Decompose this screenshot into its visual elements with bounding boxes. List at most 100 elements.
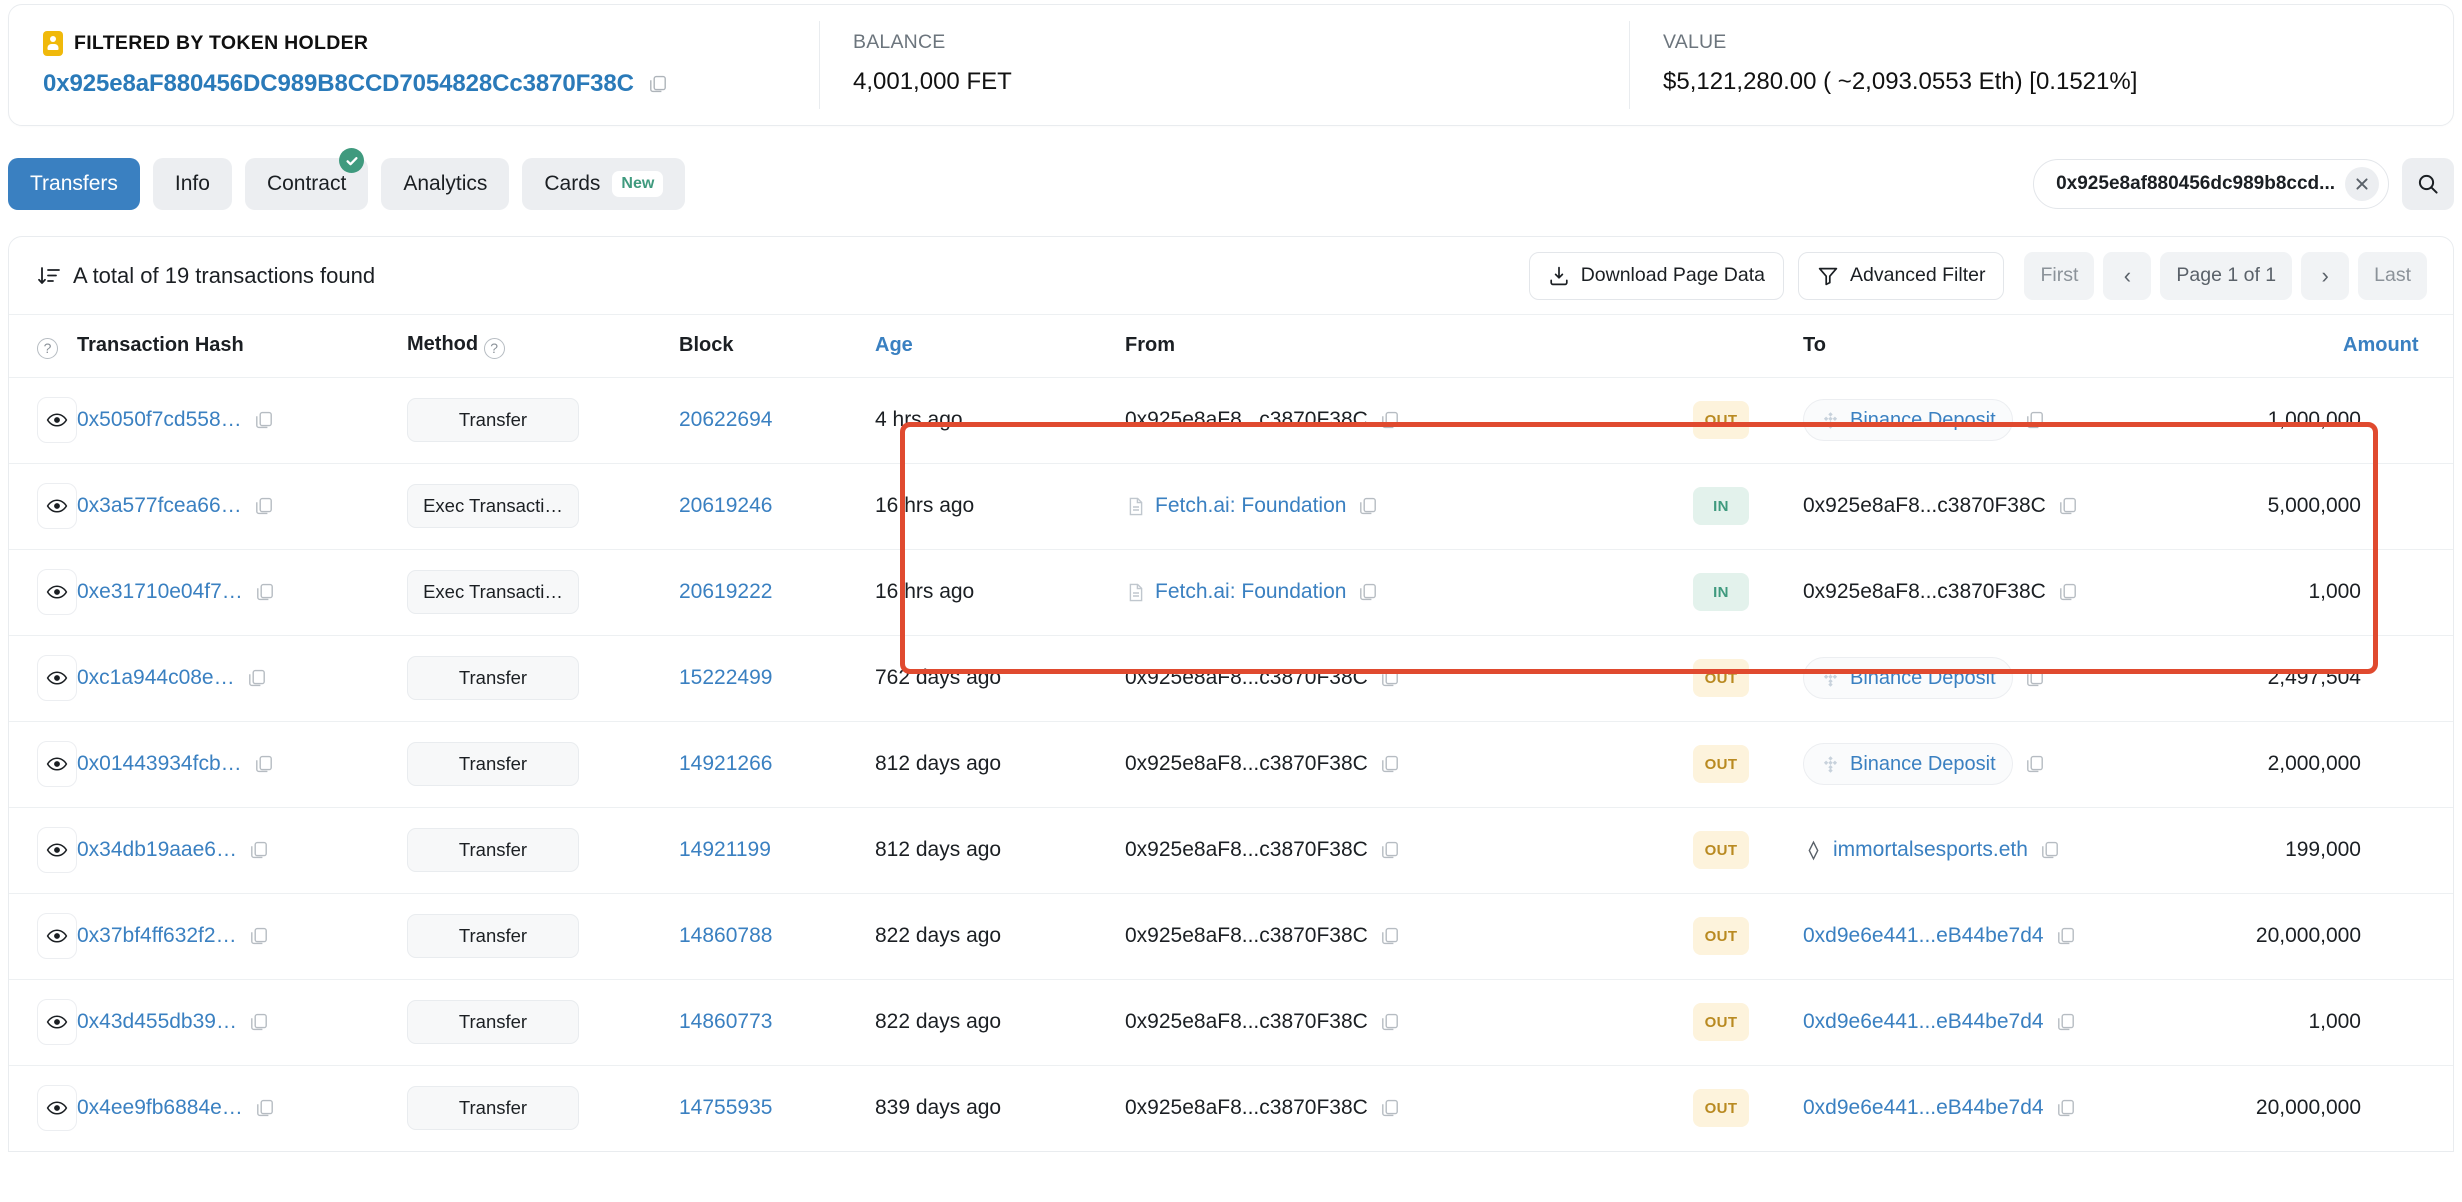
- block-number-link[interactable]: 20622694: [679, 408, 772, 432]
- to-binance-deposit-link[interactable]: Binance Deposit: [1803, 743, 2013, 785]
- copy-icon[interactable]: [2040, 840, 2060, 860]
- copy-icon[interactable]: [2056, 926, 2076, 946]
- transaction-hash-link[interactable]: 0x5050f7cd558…: [77, 408, 242, 432]
- cell-method: Transfer: [407, 893, 679, 980]
- help-circle-icon[interactable]: ?: [483, 337, 505, 359]
- block-number-link[interactable]: 20619246: [679, 494, 772, 518]
- copy-icon[interactable]: [249, 1012, 269, 1032]
- tab-contract-label: Contract: [266, 172, 347, 195]
- block-number-link[interactable]: 14860788: [679, 924, 772, 948]
- copy-icon[interactable]: [2025, 668, 2045, 688]
- cell-preview: [9, 1065, 77, 1151]
- preview-button[interactable]: [37, 827, 77, 873]
- copy-icon[interactable]: [2056, 1012, 2076, 1032]
- cell-from: 0x925e8aF8...c3870F38C: [1125, 979, 1693, 1066]
- help-circle-icon[interactable]: ?: [37, 337, 58, 359]
- copy-icon[interactable]: [1380, 1098, 1400, 1118]
- cell-age: 812 days ago: [875, 721, 1125, 808]
- search-button[interactable]: [2402, 158, 2454, 210]
- cell-preview: [9, 377, 77, 464]
- tab-info[interactable]: Info: [152, 158, 232, 210]
- advanced-filter-button[interactable]: Advanced Filter: [1798, 251, 2005, 300]
- transaction-hash-link[interactable]: 0x34db19aae6…: [77, 838, 237, 862]
- copy-icon[interactable]: [247, 668, 267, 688]
- method-badge: Transfer: [407, 914, 579, 958]
- copy-icon[interactable]: [1358, 582, 1378, 602]
- pagination-next-button[interactable]: ›: [2301, 251, 2350, 300]
- preview-button[interactable]: [37, 913, 77, 959]
- block-number-link[interactable]: 14860773: [679, 1010, 772, 1034]
- block-number-link[interactable]: 14921199: [679, 838, 771, 862]
- copy-icon[interactable]: [2056, 1098, 2076, 1118]
- header-amount[interactable]: Amount: [2343, 315, 2453, 378]
- transaction-hash-link[interactable]: 0x01443934fcb…: [77, 752, 242, 776]
- transaction-hash-link[interactable]: 0x4ee9fb6884e…: [77, 1096, 243, 1120]
- search-filter-chip[interactable]: 0x925e8af880456dc989b8ccd...: [2033, 159, 2389, 209]
- copy-icon[interactable]: [1380, 840, 1400, 860]
- to-label: 0xd9e6e441...eB44be7d4: [1803, 1096, 2044, 1120]
- to-binance-deposit-link[interactable]: Binance Deposit: [1803, 399, 2013, 441]
- tab-analytics[interactable]: Analytics: [381, 158, 510, 210]
- pagination-prev-button[interactable]: ‹: [2103, 251, 2152, 300]
- cell-direction: IN: [1693, 549, 1803, 636]
- copy-icon[interactable]: [1380, 668, 1400, 688]
- close-icon[interactable]: [2345, 167, 2379, 201]
- filter-address-link[interactable]: 0x925e8aF880456DC989B8CCD7054828Cc3870F3…: [43, 70, 634, 98]
- copy-icon[interactable]: [1380, 1012, 1400, 1032]
- pagination-first-button[interactable]: First: [2024, 251, 2095, 300]
- direction-badge: IN: [1693, 573, 1749, 611]
- tab-cards-label: Cards: [544, 172, 601, 195]
- copy-icon[interactable]: [254, 496, 274, 516]
- copy-icon[interactable]: [254, 410, 274, 430]
- transaction-hash-link[interactable]: 0xc1a944c08e…: [77, 666, 235, 690]
- block-number-link[interactable]: 14755935: [679, 1096, 772, 1120]
- transaction-hash-link[interactable]: 0xe31710e04f7…: [77, 580, 243, 604]
- to-ens-link[interactable]: immortalsesports.eth: [1803, 838, 2028, 862]
- copy-icon[interactable]: [1380, 754, 1400, 774]
- ens-diamond-icon: [1803, 840, 1824, 861]
- copy-icon[interactable]: [1380, 410, 1400, 430]
- copy-icon[interactable]: [2058, 496, 2078, 516]
- pagination-last-button[interactable]: Last: [2358, 251, 2427, 300]
- tab-cards[interactable]: Cards New: [522, 158, 686, 210]
- copy-icon[interactable]: [254, 754, 274, 774]
- copy-icon[interactable]: [2058, 582, 2078, 602]
- copy-icon[interactable]: [1380, 926, 1400, 946]
- transaction-hash-link[interactable]: 0x43d455db39…: [77, 1010, 237, 1034]
- copy-icon[interactable]: [648, 74, 668, 94]
- transaction-hash-link[interactable]: 0x37bf4ff632f2…: [77, 924, 237, 948]
- tab-contract[interactable]: Contract: [244, 148, 369, 210]
- to-address-link[interactable]: 0xd9e6e441...eB44be7d4: [1803, 1010, 2044, 1034]
- preview-button[interactable]: [37, 741, 77, 787]
- copy-icon[interactable]: [1358, 496, 1378, 516]
- preview-button[interactable]: [37, 655, 77, 701]
- header-method: Method ?: [407, 315, 679, 378]
- preview-button[interactable]: [37, 483, 77, 529]
- preview-button[interactable]: [37, 397, 77, 443]
- block-number-link[interactable]: 15222499: [679, 666, 772, 690]
- copy-icon[interactable]: [255, 1098, 275, 1118]
- copy-icon[interactable]: [2025, 754, 2045, 774]
- direction-badge: IN: [1693, 487, 1749, 525]
- from-contract-link[interactable]: Fetch.ai: Foundation: [1125, 580, 1346, 604]
- block-number-link[interactable]: 14921266: [679, 752, 772, 776]
- pagination-page-indicator[interactable]: Page 1 of 1: [2160, 251, 2293, 300]
- from-contract-link[interactable]: Fetch.ai: Foundation: [1125, 494, 1346, 518]
- tab-transfers[interactable]: Transfers: [8, 158, 140, 210]
- block-number-link[interactable]: 20619222: [679, 580, 772, 604]
- copy-icon[interactable]: [249, 840, 269, 860]
- copy-icon[interactable]: [2025, 410, 2045, 430]
- copy-icon[interactable]: [249, 926, 269, 946]
- to-address-link[interactable]: 0xd9e6e441...eB44be7d4: [1803, 1096, 2044, 1120]
- preview-button[interactable]: [37, 1085, 77, 1132]
- preview-button[interactable]: [37, 999, 77, 1045]
- preview-button[interactable]: [37, 569, 77, 615]
- sort-descending-icon[interactable]: [37, 264, 61, 288]
- to-binance-deposit-link[interactable]: Binance Deposit: [1803, 657, 2013, 699]
- transaction-hash-link[interactable]: 0x3a577fcea66…: [77, 494, 242, 518]
- to-address-link[interactable]: 0xd9e6e441...eB44be7d4: [1803, 924, 2044, 948]
- download-page-data-button[interactable]: Download Page Data: [1528, 251, 1784, 300]
- cell-age: 762 days ago: [875, 635, 1125, 722]
- header-age[interactable]: Age: [875, 315, 1125, 378]
- copy-icon[interactable]: [255, 582, 275, 602]
